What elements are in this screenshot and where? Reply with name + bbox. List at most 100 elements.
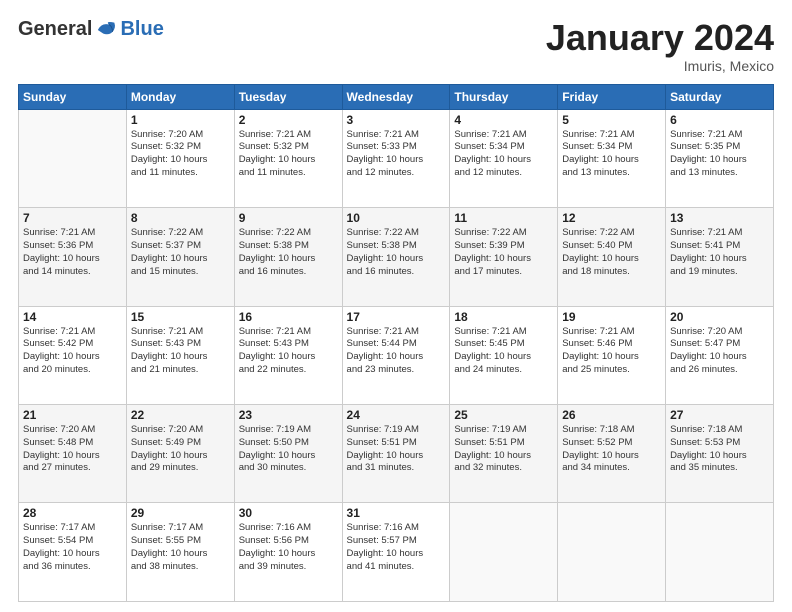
day-info: Sunrise: 7:21 AMSunset: 5:32 PMDaylight:… bbox=[239, 129, 338, 180]
day-number: 29 bbox=[131, 506, 230, 520]
day-info: Sunrise: 7:20 AMSunset: 5:48 PMDaylight:… bbox=[23, 424, 122, 475]
calendar-cell: 2 Sunrise: 7:21 AMSunset: 5:32 PMDaylight… bbox=[234, 109, 342, 207]
calendar-cell: 28 Sunrise: 7:17 AMSunset: 5:54 PMDayligh… bbox=[19, 503, 127, 602]
calendar-cell bbox=[558, 503, 666, 602]
day-info: Sunrise: 7:20 AMSunset: 5:47 PMDaylight:… bbox=[670, 326, 769, 377]
weekday-header: Monday bbox=[126, 84, 234, 109]
calendar-cell: 11 Sunrise: 7:22 AMSunset: 5:39 PMDayligh… bbox=[450, 208, 558, 306]
day-info: Sunrise: 7:21 AMSunset: 5:34 PMDaylight:… bbox=[562, 129, 661, 180]
calendar-cell: 13 Sunrise: 7:21 AMSunset: 5:41 PMDayligh… bbox=[666, 208, 774, 306]
day-number: 8 bbox=[131, 211, 230, 225]
day-number: 16 bbox=[239, 310, 338, 324]
day-number: 3 bbox=[347, 113, 446, 127]
day-number: 22 bbox=[131, 408, 230, 422]
day-info: Sunrise: 7:21 AMSunset: 5:42 PMDaylight:… bbox=[23, 326, 122, 377]
day-info: Sunrise: 7:21 AMSunset: 5:44 PMDaylight:… bbox=[347, 326, 446, 377]
calendar-cell: 19 Sunrise: 7:21 AMSunset: 5:46 PMDayligh… bbox=[558, 306, 666, 404]
day-number: 20 bbox=[670, 310, 769, 324]
calendar-cell: 12Sunrise: 7:22 AMSunset: 5:40 PMDayligh… bbox=[558, 208, 666, 306]
calendar-cell: 14 Sunrise: 7:21 AMSunset: 5:42 PMDayligh… bbox=[19, 306, 127, 404]
day-number: 2 bbox=[239, 113, 338, 127]
weekday-header: Thursday bbox=[450, 84, 558, 109]
day-number: 26 bbox=[562, 408, 661, 422]
calendar-cell: 29Sunrise: 7:17 AMSunset: 5:55 PMDayligh… bbox=[126, 503, 234, 602]
day-info: Sunrise: 7:19 AMSunset: 5:51 PMDaylight:… bbox=[454, 424, 553, 475]
day-number: 31 bbox=[347, 506, 446, 520]
day-number: 9 bbox=[239, 211, 338, 225]
logo-icon bbox=[96, 19, 118, 41]
day-info: Sunrise: 7:20 AMSunset: 5:32 PMDaylight:… bbox=[131, 129, 230, 180]
day-info: Sunrise: 7:22 AMSunset: 5:37 PMDaylight:… bbox=[131, 227, 230, 278]
calendar-cell: 18 Sunrise: 7:21 AMSunset: 5:45 PMDayligh… bbox=[450, 306, 558, 404]
day-info: Sunrise: 7:22 AMSunset: 5:39 PMDaylight:… bbox=[454, 227, 553, 278]
calendar-cell: 21 Sunrise: 7:20 AMSunset: 5:48 PMDayligh… bbox=[19, 405, 127, 503]
day-number: 6 bbox=[670, 113, 769, 127]
calendar-cell: 15Sunrise: 7:21 AMSunset: 5:43 PMDayligh… bbox=[126, 306, 234, 404]
calendar-cell: 31 Sunrise: 7:16 AMSunset: 5:57 PMDayligh… bbox=[342, 503, 450, 602]
day-info: Sunrise: 7:16 AMSunset: 5:57 PMDaylight:… bbox=[347, 522, 446, 573]
day-info: Sunrise: 7:19 AMSunset: 5:50 PMDaylight:… bbox=[239, 424, 338, 475]
calendar-cell: 25 Sunrise: 7:19 AMSunset: 5:51 PMDayligh… bbox=[450, 405, 558, 503]
day-number: 24 bbox=[347, 408, 446, 422]
day-number: 10 bbox=[347, 211, 446, 225]
calendar-cell: 5 Sunrise: 7:21 AMSunset: 5:34 PMDaylight… bbox=[558, 109, 666, 207]
day-info: Sunrise: 7:19 AMSunset: 5:51 PMDaylight:… bbox=[347, 424, 446, 475]
page: General Blue January 2024 Imuris, Mexico… bbox=[0, 0, 792, 612]
day-number: 14 bbox=[23, 310, 122, 324]
weekday-header: Saturday bbox=[666, 84, 774, 109]
calendar-cell: 4Sunrise: 7:21 AMSunset: 5:34 PMDaylight… bbox=[450, 109, 558, 207]
day-number: 15 bbox=[131, 310, 230, 324]
day-number: 11 bbox=[454, 211, 553, 225]
day-number: 13 bbox=[670, 211, 769, 225]
calendar-cell bbox=[19, 109, 127, 207]
day-info: Sunrise: 7:22 AMSunset: 5:38 PMDaylight:… bbox=[239, 227, 338, 278]
day-info: Sunrise: 7:21 AMSunset: 5:33 PMDaylight:… bbox=[347, 129, 446, 180]
day-number: 25 bbox=[454, 408, 553, 422]
day-info: Sunrise: 7:16 AMSunset: 5:56 PMDaylight:… bbox=[239, 522, 338, 573]
day-info: Sunrise: 7:21 AMSunset: 5:46 PMDaylight:… bbox=[562, 326, 661, 377]
day-info: Sunrise: 7:21 AMSunset: 5:41 PMDaylight:… bbox=[670, 227, 769, 278]
calendar-cell: 26 Sunrise: 7:18 AMSunset: 5:52 PMDayligh… bbox=[558, 405, 666, 503]
calendar-cell: 1 Sunrise: 7:20 AMSunset: 5:32 PMDaylight… bbox=[126, 109, 234, 207]
calendar-cell: 30 Sunrise: 7:16 AMSunset: 5:56 PMDayligh… bbox=[234, 503, 342, 602]
calendar-cell: 27 Sunrise: 7:18 AMSunset: 5:53 PMDayligh… bbox=[666, 405, 774, 503]
calendar-cell: 22Sunrise: 7:20 AMSunset: 5:49 PMDayligh… bbox=[126, 405, 234, 503]
title-area: January 2024 Imuris, Mexico bbox=[546, 18, 774, 74]
day-number: 30 bbox=[239, 506, 338, 520]
day-info: Sunrise: 7:18 AMSunset: 5:52 PMDaylight:… bbox=[562, 424, 661, 475]
logo-general: General bbox=[18, 18, 92, 41]
calendar-cell: 24 Sunrise: 7:19 AMSunset: 5:51 PMDayligh… bbox=[342, 405, 450, 503]
logo: General Blue bbox=[18, 18, 164, 41]
weekday-header: Wednesday bbox=[342, 84, 450, 109]
day-info: Sunrise: 7:18 AMSunset: 5:53 PMDaylight:… bbox=[670, 424, 769, 475]
day-number: 4 bbox=[454, 113, 553, 127]
calendar-cell: 3 Sunrise: 7:21 AMSunset: 5:33 PMDaylight… bbox=[342, 109, 450, 207]
weekday-header: Sunday bbox=[19, 84, 127, 109]
month-title: January 2024 bbox=[546, 18, 774, 58]
calendar-cell: 9 Sunrise: 7:22 AMSunset: 5:38 PMDaylight… bbox=[234, 208, 342, 306]
day-number: 27 bbox=[670, 408, 769, 422]
location-subtitle: Imuris, Mexico bbox=[546, 58, 774, 74]
day-number: 21 bbox=[23, 408, 122, 422]
day-number: 5 bbox=[562, 113, 661, 127]
calendar-cell bbox=[450, 503, 558, 602]
day-number: 7 bbox=[23, 211, 122, 225]
day-number: 19 bbox=[562, 310, 661, 324]
day-number: 1 bbox=[131, 113, 230, 127]
calendar-cell: 8 Sunrise: 7:22 AMSunset: 5:37 PMDaylight… bbox=[126, 208, 234, 306]
calendar-cell: 20 Sunrise: 7:20 AMSunset: 5:47 PMDayligh… bbox=[666, 306, 774, 404]
day-number: 18 bbox=[454, 310, 553, 324]
day-info: Sunrise: 7:21 AMSunset: 5:45 PMDaylight:… bbox=[454, 326, 553, 377]
day-number: 17 bbox=[347, 310, 446, 324]
header: General Blue January 2024 Imuris, Mexico bbox=[18, 18, 774, 74]
calendar-cell: 16Sunrise: 7:21 AMSunset: 5:43 PMDayligh… bbox=[234, 306, 342, 404]
calendar-cell: 23 Sunrise: 7:19 AMSunset: 5:50 PMDayligh… bbox=[234, 405, 342, 503]
day-info: Sunrise: 7:17 AMSunset: 5:54 PMDaylight:… bbox=[23, 522, 122, 573]
day-number: 23 bbox=[239, 408, 338, 422]
day-info: Sunrise: 7:21 AMSunset: 5:35 PMDaylight:… bbox=[670, 129, 769, 180]
day-info: Sunrise: 7:22 AMSunset: 5:40 PMDaylight:… bbox=[562, 227, 661, 278]
calendar-cell bbox=[666, 503, 774, 602]
logo-blue: Blue bbox=[120, 18, 163, 41]
day-number: 28 bbox=[23, 506, 122, 520]
calendar-cell: 10Sunrise: 7:22 AMSunset: 5:38 PMDayligh… bbox=[342, 208, 450, 306]
